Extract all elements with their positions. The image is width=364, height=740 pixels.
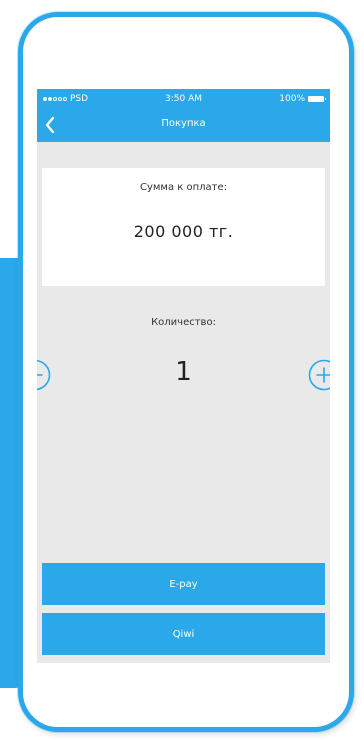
epay-button[interactable]: E-pay <box>42 563 325 605</box>
battery-icon <box>308 96 326 102</box>
amount-label: Сумма к оплате: <box>139 182 228 193</box>
canvas: PSD 3:50 AM 100% Покупка Сумма к оплате:… <box>0 0 364 740</box>
increase-quantity-button[interactable] <box>308 359 330 391</box>
amount-card: Сумма к оплате: 200 000 тг. <box>42 168 325 286</box>
app-screen: PSD 3:50 AM 100% Покупка Сумма к оплате:… <box>37 89 330 663</box>
status-right: 100% <box>279 94 326 104</box>
page-title: Покупка <box>161 118 206 129</box>
status-bar: PSD 3:50 AM 100% <box>37 89 330 109</box>
qiwi-button[interactable]: Qiwi <box>42 613 325 655</box>
amount-value: 200 000 тг. <box>133 222 234 241</box>
nav-bar: Покупка <box>37 109 330 142</box>
plus-circle-icon <box>308 359 330 391</box>
battery-percent: 100% <box>279 94 305 104</box>
quantity-value: 1 <box>175 357 192 387</box>
quantity-label: Количество: <box>151 317 216 328</box>
